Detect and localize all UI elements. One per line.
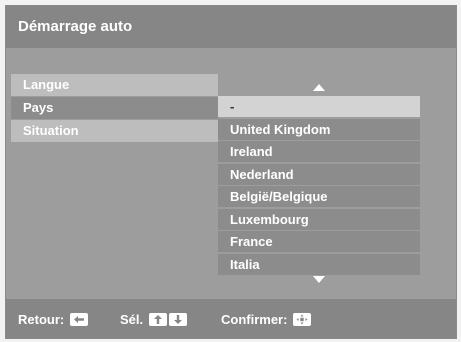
menu-item-pays[interactable]: Pays: [11, 97, 218, 119]
country-option-italia[interactable]: Italia: [218, 253, 420, 275]
menu-item-situation[interactable]: Situation: [11, 120, 218, 142]
country-option-luxembourg[interactable]: Luxembourg: [218, 208, 420, 230]
country-option-nederland[interactable]: Nederland: [218, 163, 420, 185]
scroll-down-icon[interactable]: [313, 276, 325, 283]
menu-title: Démarrage auto: [18, 18, 133, 35]
select-hint: Sél.: [120, 312, 188, 327]
scroll-up-icon[interactable]: [313, 84, 325, 91]
confirm-hint: Confirmer:: [221, 312, 312, 327]
up-arrow-icon: [149, 313, 168, 326]
down-arrow-icon: [169, 313, 188, 326]
back-label: Retour:: [18, 312, 65, 327]
country-option-belgie-belgique[interactable]: België/Belgique: [218, 186, 420, 207]
select-label: Sél.: [120, 312, 144, 327]
confirm-label: Confirmer:: [221, 312, 288, 327]
country-option-united-kingdom[interactable]: United Kingdom: [218, 118, 420, 140]
left-arrow-icon: [70, 313, 89, 326]
country-option-france[interactable]: France: [218, 231, 420, 252]
country-option-none[interactable]: -: [218, 96, 420, 117]
country-option-ireland[interactable]: Ireland: [218, 141, 420, 162]
title-bar: Démarrage auto: [6, 6, 456, 48]
back-hint: Retour:: [18, 312, 89, 327]
country-list: - United Kingdom Ireland Nederland Belgi…: [218, 96, 420, 276]
settings-menu: Langue Pays Situation: [11, 74, 218, 143]
menu-item-langue[interactable]: Langue: [11, 74, 218, 96]
tv-menu-screen: Démarrage auto Langue Pays Situation - U…: [5, 5, 457, 339]
key-hint-bar: Retour: Sél. Confirmer:: [6, 299, 456, 338]
center-dpad-icon: [293, 313, 312, 326]
